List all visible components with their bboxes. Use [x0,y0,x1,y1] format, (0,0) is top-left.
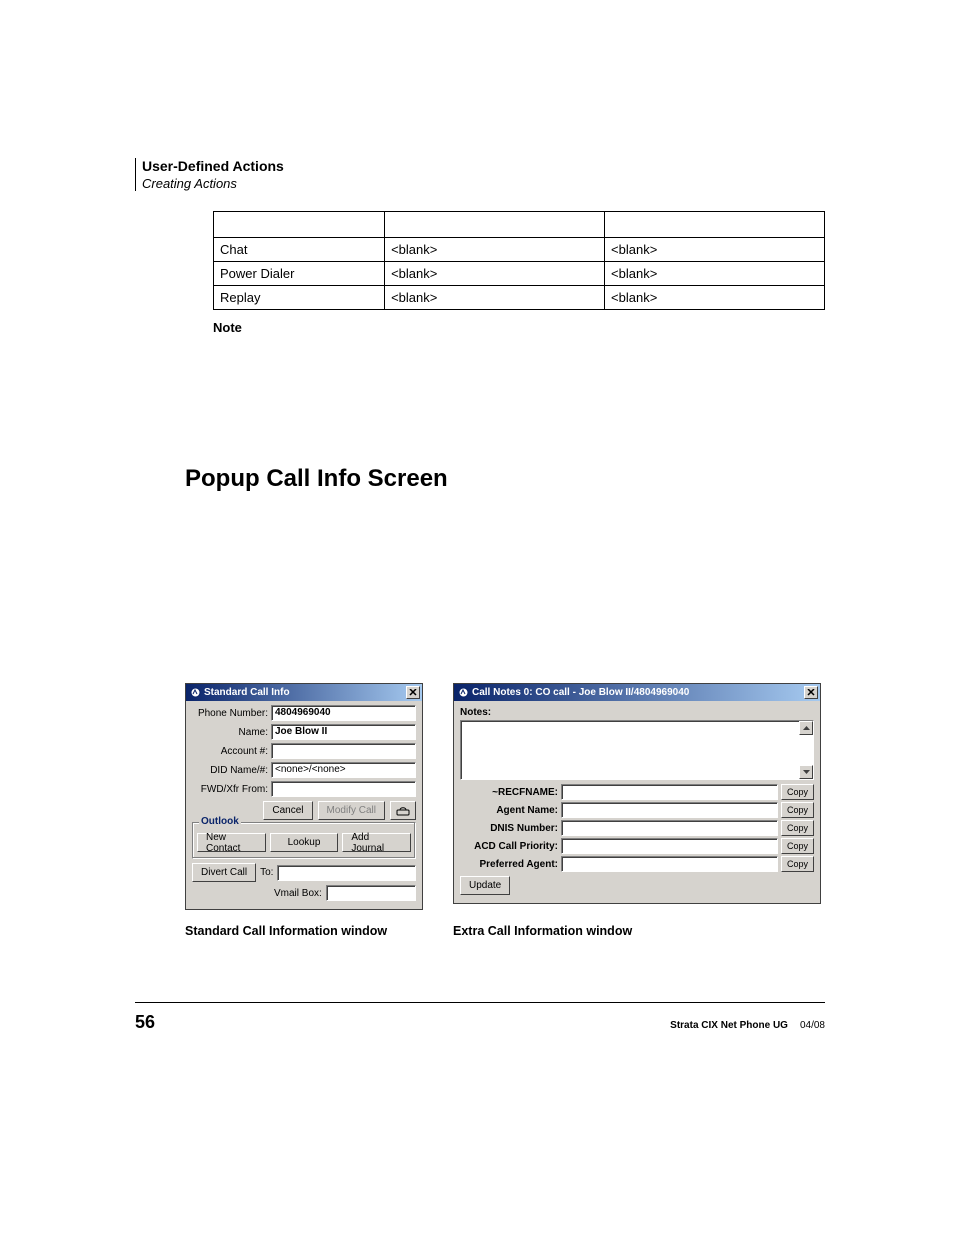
app-icon [457,687,469,699]
close-icon [409,689,417,696]
caption-extra: Extra Call Information window [453,924,821,938]
table-cell: <blank> [385,238,605,262]
app-icon [189,687,201,699]
table-row: Replay <blank> <blank> [214,286,825,310]
table-cell: <blank> [605,286,825,310]
cancel-button[interactable]: Cancel [263,801,312,820]
dial-icon-button[interactable] [390,801,416,820]
section-subtitle: Creating Actions [142,176,825,191]
name-field[interactable]: Joe Blow II [271,724,416,740]
copy-button[interactable]: Copy [781,838,814,854]
dnis-number-field[interactable] [561,820,778,836]
outlook-legend: Outlook [199,816,241,827]
page-number: 56 [135,1012,155,1033]
notes-textarea[interactable] [460,720,814,780]
table-header-row [214,212,825,238]
account-label: Account #: [192,746,268,757]
copy-button[interactable]: Copy [781,784,814,800]
acd-priority-field[interactable] [561,838,778,854]
table-cell: <blank> [385,262,605,286]
fwd-label: FWD/Xfr From: [192,784,268,795]
close-button[interactable] [804,686,818,699]
scroll-up-button[interactable] [799,721,813,735]
window-body: Phone Number: 4804969040 Name: Joe Blow … [186,701,422,909]
agent-name-field[interactable] [561,802,778,818]
name-label: Name: [192,727,268,738]
table-header-cell [385,212,605,238]
phone-icon [396,805,410,816]
recfname-label: ~RECFNAME: [460,787,558,798]
window-title: Standard Call Info [204,687,290,698]
actions-table-wrap: Chat <blank> <blank> Power Dialer <blank… [213,211,825,310]
copy-button[interactable]: Copy [781,856,814,872]
screenshots-row: Standard Call Info Phone Number: 4804969… [185,683,825,910]
update-button[interactable]: Update [460,876,510,895]
copy-button[interactable]: Copy [781,802,814,818]
window-body: Notes: ~RECFNAME: Copy Agent Name: [454,701,820,903]
titlebar: Standard Call Info [186,684,422,701]
note-label: Note [213,320,825,335]
table-cell: <blank> [605,262,825,286]
vmail-field[interactable] [326,885,416,901]
titlebar: Call Notes 0: CO call - Joe Blow II/4804… [454,684,820,701]
recfname-field[interactable] [561,784,778,800]
to-field[interactable] [277,865,416,881]
notes-label: Notes: [460,707,814,718]
modify-call-button[interactable]: Modify Call [318,801,385,820]
close-button[interactable] [406,686,420,699]
caption-standard: Standard Call Information window [185,924,423,938]
call-notes-window: Call Notes 0: CO call - Joe Blow II/4804… [453,683,821,904]
copy-button[interactable]: Copy [781,820,814,836]
footer-date: 04/08 [800,1020,825,1031]
actions-table: Chat <blank> <blank> Power Dialer <blank… [213,211,825,310]
acd-priority-label: ACD Call Priority: [460,841,558,852]
footer-rule [135,1002,825,1003]
table-cell: <blank> [385,286,605,310]
window-title: Call Notes 0: CO call - Joe Blow II/4804… [472,687,689,698]
divert-call-button[interactable]: Divert Call [192,863,256,882]
vmail-label: Vmail Box: [274,888,322,899]
account-field[interactable] [271,743,416,759]
chevron-up-icon [803,726,810,730]
scroll-down-button[interactable] [799,765,813,779]
did-field[interactable]: <none>/<none> [271,762,416,778]
table-cell: Power Dialer [214,262,385,286]
phone-number-field[interactable]: 4804969040 [271,705,416,721]
chevron-down-icon [803,770,810,774]
standard-call-info-window: Standard Call Info Phone Number: 4804969… [185,683,423,910]
phone-number-label: Phone Number: [192,708,268,719]
running-header: User-Defined Actions Creating Actions [135,158,825,191]
table-row: Power Dialer <blank> <blank> [214,262,825,286]
table-cell: <blank> [605,238,825,262]
new-contact-button[interactable]: New Contact [197,833,266,852]
table-cell: Replay [214,286,385,310]
table-cell: Chat [214,238,385,262]
page-footer: 56 Strata CIX Net Phone UG 04/08 [135,1012,825,1033]
dnis-number-label: DNIS Number: [460,823,558,834]
table-header-cell [214,212,385,238]
table-row: Chat <blank> <blank> [214,238,825,262]
add-journal-button[interactable]: Add Journal [342,833,411,852]
page-heading: Popup Call Info Screen [185,465,825,493]
preferred-agent-field[interactable] [561,856,778,872]
outlook-group: Outlook New Contact Lookup Add Journal [192,822,416,859]
close-icon [807,689,815,696]
lookup-button[interactable]: Lookup [270,833,339,852]
preferred-agent-label: Preferred Agent: [460,859,558,870]
fwd-field[interactable] [271,781,416,797]
page-content: User-Defined Actions Creating Actions Ch… [135,158,825,938]
to-label: To: [260,867,273,878]
captions-row: Standard Call Information window Extra C… [185,910,825,938]
table-header-cell [605,212,825,238]
footer-doc-title: Strata CIX Net Phone UG [670,1020,788,1031]
section-title: User-Defined Actions [142,158,825,174]
did-label: DID Name/#: [192,765,268,776]
agent-name-label: Agent Name: [460,805,558,816]
